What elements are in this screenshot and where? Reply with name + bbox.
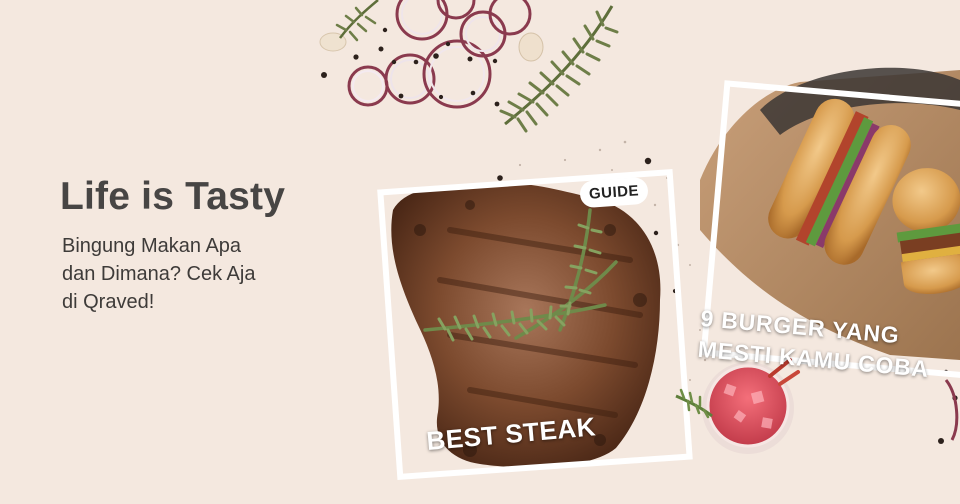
guide-tag: GUIDE [579,176,649,209]
subheadline: Bingung Makan Apa dan Dimana? Cek Aja di… [62,232,332,316]
headline: Life is Tasty [60,175,286,218]
hero-banner: Life is Tasty Bingung Makan Apa dan Dima… [0,0,960,504]
subheadline-line: Bingung Makan Apa [62,235,242,257]
subheadline-line: dan Dimana? Cek Aja [62,263,256,285]
subheadline-line: di Qraved! [62,291,155,313]
drink-glass [675,358,800,454]
onion-rings-decoration [347,0,532,109]
onion-slice-decoration [944,379,959,441]
rosemary-top-decoration [335,0,619,133]
